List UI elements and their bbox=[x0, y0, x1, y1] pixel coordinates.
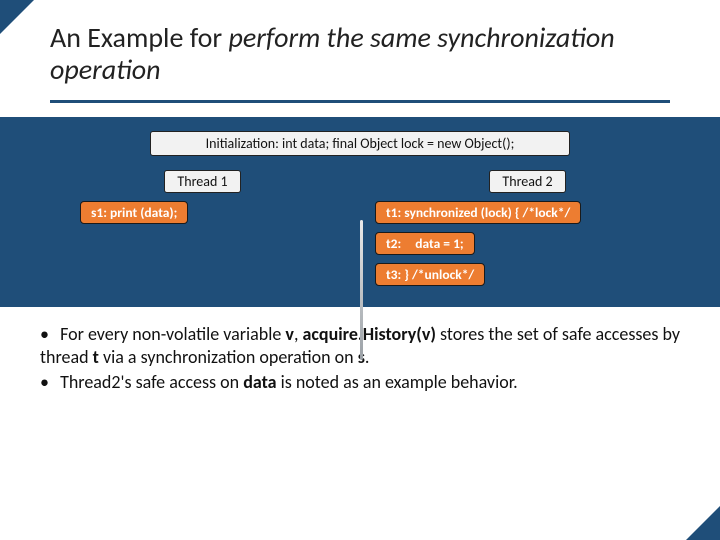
initialization-box: Initialization: int data; final Object l… bbox=[150, 131, 570, 156]
bullet-marker: • bbox=[40, 323, 56, 346]
b1-text-d: via a synchronization operation on bbox=[99, 346, 358, 368]
t2-prefix: t2: bbox=[386, 235, 401, 252]
b2-text-b: is noted as an example behavior. bbox=[277, 371, 518, 393]
corner-accent-top-left bbox=[0, 0, 34, 34]
b1-text-e: . bbox=[365, 346, 370, 368]
thread-1-statement-s1: s1: print (data); bbox=[80, 201, 188, 224]
thread-1-label: Thread 1 bbox=[164, 170, 240, 193]
thread-columns: Thread 1 s1: print (data); Thread 2 t1: … bbox=[0, 170, 720, 286]
b1-var-v: v bbox=[285, 323, 294, 345]
slide-title: An Example for perform the same synchron… bbox=[0, 22, 720, 96]
thread-2-column: Thread 2 t1: synchronized (lock) { /*loc… bbox=[345, 170, 640, 286]
t2-body: data = 1; bbox=[415, 235, 463, 252]
thread-2-statement-t3: t3: } /*unlock*/ bbox=[375, 263, 485, 286]
b1-text-b: , bbox=[294, 323, 303, 345]
thread-2-label: Thread 2 bbox=[489, 170, 565, 193]
slide: An Example for perform the same synchron… bbox=[0, 0, 720, 540]
thread-2-statement-t1: t1: synchronized (lock) { /*lock*/ bbox=[375, 201, 581, 224]
b2-data: data bbox=[243, 371, 276, 393]
title-prefix: An Example for bbox=[50, 20, 229, 55]
corner-accent-bottom-right bbox=[686, 506, 720, 540]
bullet-2: • Thread2's safe access on data is noted… bbox=[40, 371, 680, 394]
column-divider bbox=[360, 220, 363, 360]
thread-2-statement-t2: t2: data = 1; bbox=[375, 232, 475, 255]
diagram-band: Initialization: int data; final Object l… bbox=[0, 117, 720, 307]
bullet-marker: • bbox=[40, 371, 56, 394]
b2-text-a: Thread2's safe access on bbox=[60, 371, 243, 393]
title-underline bbox=[50, 100, 670, 103]
thread-1-column: Thread 1 s1: print (data); bbox=[80, 170, 345, 224]
b1-fn: acquire.History(v) bbox=[303, 323, 436, 345]
b1-text-a: For every non-volatile variable bbox=[60, 323, 285, 345]
